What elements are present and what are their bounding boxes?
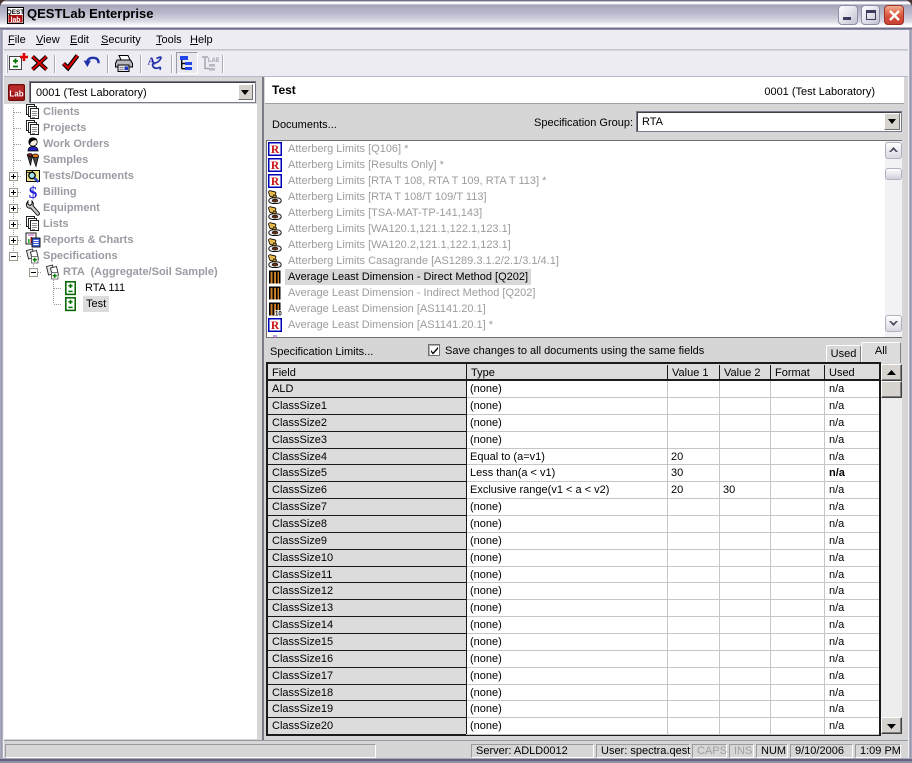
svg-text:LAB: LAB	[208, 58, 219, 64]
svg-text:QEST: QEST	[7, 9, 24, 16]
svg-text:A: A	[148, 56, 156, 68]
svg-text:lab: lab	[10, 17, 20, 24]
svg-text:Lab: Lab	[9, 90, 23, 99]
